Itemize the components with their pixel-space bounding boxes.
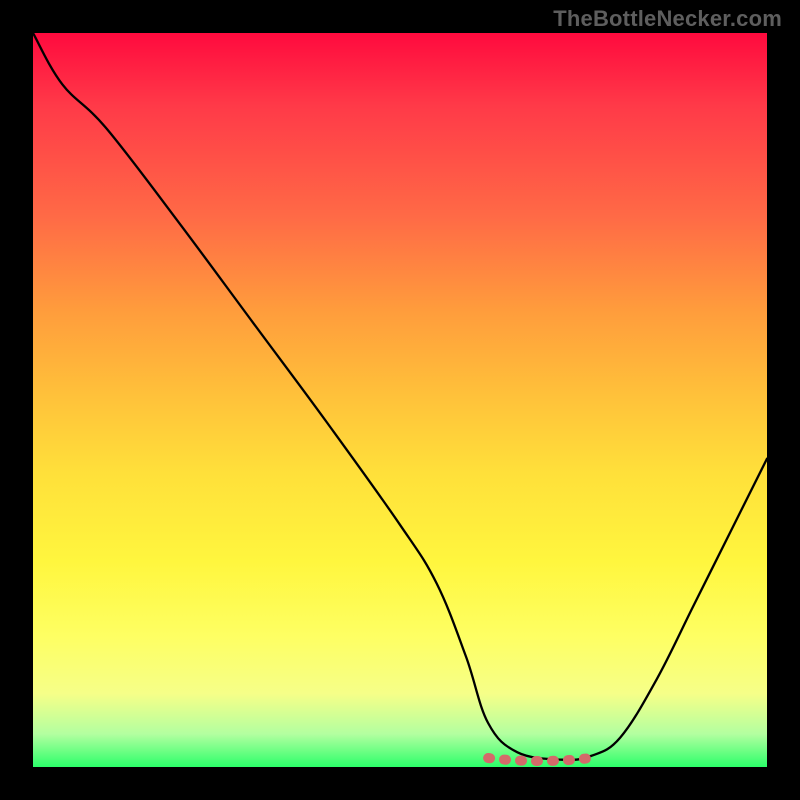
bottleneck-chart: TheBottleNecker.com: [0, 0, 800, 800]
bottleneck-curve-line: [33, 33, 767, 760]
chart-svg: [33, 33, 767, 767]
watermark-text: TheBottleNecker.com: [553, 6, 782, 32]
